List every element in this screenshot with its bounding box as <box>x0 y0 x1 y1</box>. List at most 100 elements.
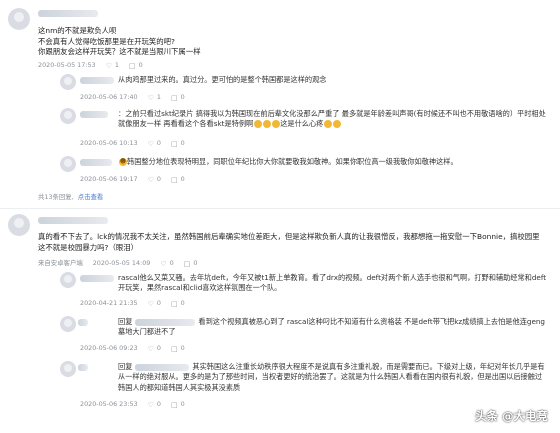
emoji-icon <box>263 120 272 129</box>
comment-button[interactable]: □ 0 <box>171 175 185 185</box>
comment-line: 不会真有人觉得吃饭那里是在开玩笑的吧? <box>38 36 175 46</box>
comment-meta: 来自安卓客户端 2020-05-05 14:09 ♡ 0 □ 0 <box>38 259 197 269</box>
avatar[interactable] <box>8 8 30 30</box>
like-button[interactable]: ♡ 0 <box>148 139 161 149</box>
reply-avatar[interactable] <box>60 316 76 332</box>
reply-text: ：之前只看过skt纪录片 搞得我以为韩国现在前后辈文化没那么严重了 最多就是年龄… <box>118 109 548 130</box>
thumb-up-icon: ♡ <box>147 94 154 102</box>
timestamp: 2020-04-21 21:35 <box>80 299 138 308</box>
view-more-link[interactable]: 点击查看 <box>78 193 104 201</box>
comment-button[interactable]: □ 0 <box>171 93 185 103</box>
like-button[interactable]: ♡ 0 <box>148 175 161 185</box>
comment-icon: □ <box>170 345 178 353</box>
like-button[interactable]: ♡ 1 <box>148 93 161 103</box>
comment-icon: □ <box>170 140 178 148</box>
username-blurred[interactable] <box>78 319 88 326</box>
reply-meta: 2020-04-21 21:35 ♡ 0 □ 0 <box>80 299 185 309</box>
like-count: 0 <box>156 400 161 409</box>
more-replies-count: 共13条回复, <box>38 193 74 201</box>
username-blurred[interactable] <box>38 10 98 17</box>
comment-count: 0 <box>180 299 185 308</box>
like-button[interactable]: ♡ 0 <box>148 400 161 410</box>
more-replies: 共13条回复, 点击查看 <box>38 193 103 202</box>
thumb-up-icon: ♡ <box>147 401 154 409</box>
comment-button[interactable]: □ 0 <box>171 299 185 309</box>
like-button[interactable]: ♡ 1 <box>106 61 119 71</box>
reply-text: 从肉鸡那里过来的。真过分。更可怕的是整个韩国都是这样的观念 <box>118 75 327 84</box>
reply-meta: 2020-05-06 10:13 ♡ 0 □ 0 <box>80 139 185 149</box>
reply-body: 韩国整分地位表现特明显，同职位年纪比你大你就要敬我如敬神。如果你职位高一级我敬你… <box>127 157 458 166</box>
thumb-up-icon: ♡ <box>160 260 167 268</box>
username-blurred[interactable] <box>78 364 88 371</box>
comment-line: 这nm的不就是欺负人呗 <box>38 26 117 35</box>
thumb-up-icon: ♡ <box>105 62 112 70</box>
reply-avatar[interactable] <box>60 361 76 377</box>
comment-meta: 2020-05-05 17:53 ♡ 1 □ 0 <box>38 61 143 71</box>
watermark-label: 头条 @大电竞 <box>474 409 548 424</box>
like-count: 1 <box>156 93 161 102</box>
reply-avatar[interactable] <box>60 74 76 90</box>
reply-prefix: 回复 <box>118 362 133 371</box>
timestamp: 2020-05-06 23:53 <box>80 400 138 409</box>
reply-text: 回复 看到这个视频真被恶心到了 rascal这种叼比不知道有什么资格装 不是def… <box>118 317 548 338</box>
comment-icon: □ <box>183 260 191 268</box>
like-button[interactable]: ♡ 0 <box>160 259 173 269</box>
comment-line: 你跟朋友会这样开玩笑？这不就是当限川下属一样 <box>38 47 201 57</box>
timestamp: 2020-05-06 10:13 <box>80 139 138 148</box>
username-blurred[interactable] <box>80 77 114 84</box>
reply-avatar[interactable] <box>60 108 76 124</box>
reply-body: 之前只看过skt纪录片 搞得我以为韩国现在前后辈文化没那么严重了 最多就是年龄差… <box>118 109 546 129</box>
comment-button[interactable]: □ 0 <box>129 61 143 71</box>
comment-icon: □ <box>170 176 178 184</box>
comment-icon: □ <box>128 62 136 70</box>
like-count: 1 <box>114 61 119 70</box>
comment-icon: □ <box>170 300 178 308</box>
reply-meta: 2020-05-06 09:23 ♡ 0 □ 0 <box>80 344 185 354</box>
timestamp: 2020-05-05 17:53 <box>38 61 96 70</box>
like-count: 0 <box>156 344 161 353</box>
thumb-up-icon: ♡ <box>147 140 154 148</box>
username-blurred[interactable] <box>80 111 108 118</box>
comment-text: 真的看不下去了。lck的情况我不太关注，虽然韩国前后辈确实地位差距大，但是这样欺… <box>38 232 540 252</box>
thumb-up-icon: ♡ <box>147 300 154 308</box>
timestamp: 2020-05-06 09:23 <box>80 344 138 353</box>
thumb-up-icon: ♡ <box>147 176 154 184</box>
reply-text: rascal他么又菜又骚。去年坑deft，今年又被t1新上单教育。看了drx的视… <box>118 273 547 293</box>
reply-text: 回复 其实韩国这么注重长幼秩序很大程度不是说真有多注重礼貌，而是需要而已。下级对上… <box>118 362 548 393</box>
like-count: 0 <box>156 299 161 308</box>
reply-text: ☻韩国整分地位表现特明显，同职位年纪比你大你就要敬我如敬神。如果你职位高一级我敬… <box>118 157 548 167</box>
username-blurred[interactable] <box>80 275 114 282</box>
comment-button[interactable]: □ 0 <box>171 344 185 354</box>
comment-count: 0 <box>180 400 185 409</box>
comment-count: 0 <box>180 344 185 353</box>
mentioned-user-blurred[interactable] <box>135 318 196 326</box>
like-button[interactable]: ♡ 0 <box>148 299 161 309</box>
avatar[interactable] <box>8 214 30 236</box>
reply-meta: 2020-05-06 17:40 ♡ 1 □ 0 <box>80 93 185 103</box>
divider <box>0 208 560 209</box>
reply-avatar[interactable] <box>60 272 76 288</box>
like-count: 0 <box>169 259 174 268</box>
source-label: 来自安卓客户端 <box>38 259 83 268</box>
comment-button[interactable]: □ 0 <box>184 259 198 269</box>
emoji-icon <box>272 120 281 129</box>
timestamp: 2020-05-06 19:17 <box>80 175 138 184</box>
reply-meta: 2020-05-06 23:53 ♡ 0 □ 0 <box>80 400 185 410</box>
emoji-icon <box>254 120 263 129</box>
like-button[interactable]: ♡ 0 <box>148 344 161 354</box>
username-blurred[interactable] <box>80 159 112 166</box>
mentioned-user-blurred[interactable] <box>135 363 190 371</box>
comment-text: 这nm的不就是欺负人呗 不会真有人觉得吃饭那里是在开玩笑的吧? 你跟朋友会这样开… <box>38 26 543 58</box>
timestamp: 2020-05-05 14:09 <box>92 259 151 268</box>
comment-count: 0 <box>180 139 185 148</box>
thumb-up-icon: ♡ <box>147 345 154 353</box>
comment-icon: □ <box>170 94 178 102</box>
comment-icon: □ <box>170 401 178 409</box>
reply-avatar[interactable] <box>60 156 76 172</box>
comment-button[interactable]: □ 0 <box>171 400 185 410</box>
username-blurred[interactable] <box>38 217 108 224</box>
comment-button[interactable]: □ 0 <box>171 139 185 149</box>
reply-meta: 2020-05-06 19:17 ♡ 0 □ 0 <box>80 175 185 185</box>
comment-count: 0 <box>180 93 185 102</box>
like-count: 0 <box>156 139 161 148</box>
